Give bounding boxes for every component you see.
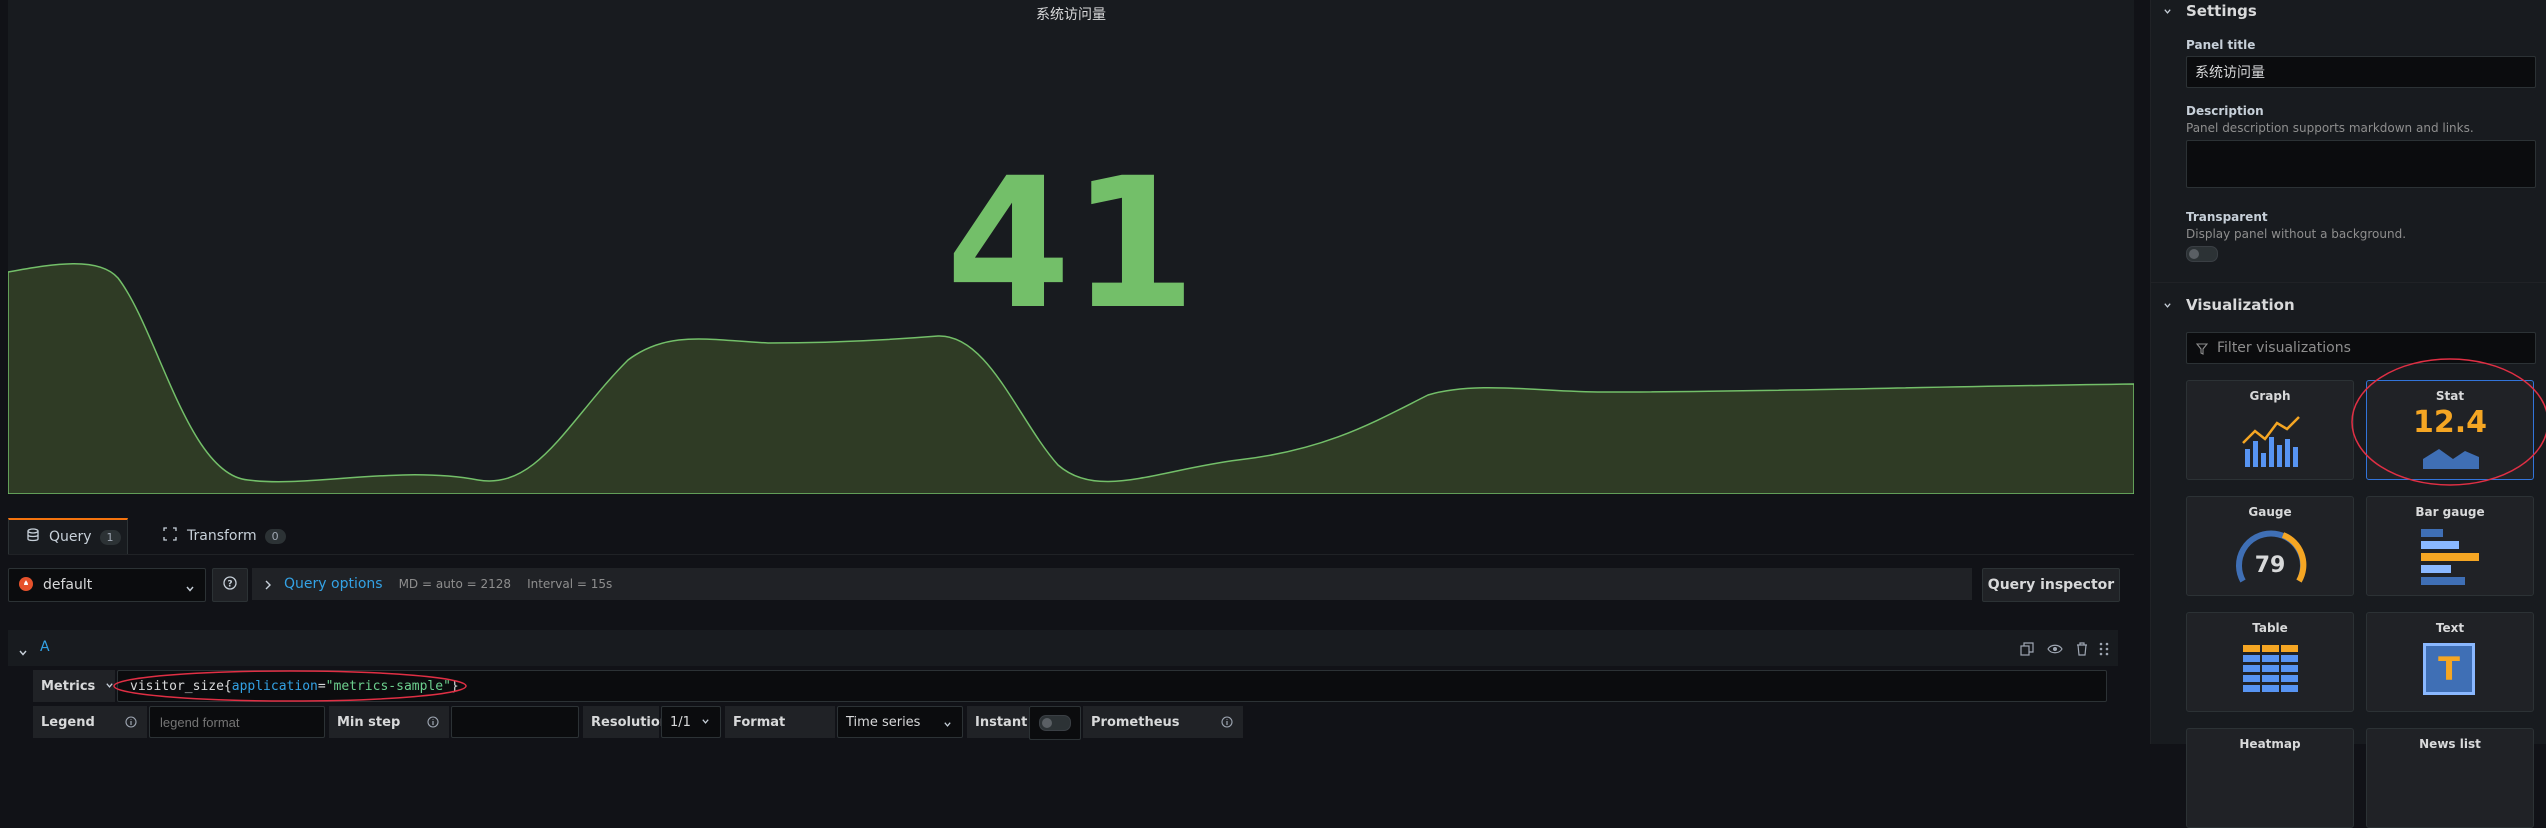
max-datapoints-info: MD = auto = 2128 [398,577,512,591]
tab-transform-count: 0 [264,528,286,544]
legend-label-text: Legend [41,714,95,730]
viz-card-text-name: Text [2435,621,2465,635]
viz-card-graph-name: Graph [2249,389,2291,403]
legend-label: Legend [33,706,147,738]
description-label: Description [2186,104,2264,118]
prometheus-label-text: Prometheus [1091,714,1180,730]
prometheus-logo-icon [19,576,33,595]
min-step-label: Min step [329,706,449,738]
chevron-down-icon [185,579,195,598]
viz-card-bar-gauge[interactable]: Bar gauge [2366,496,2534,596]
section-divider [2151,282,2546,283]
table-viz-icon [2241,643,2301,701]
settings-heading: Settings [2186,2,2257,20]
query-options-row: default ? Query options MD = auto = 2128… [8,566,2134,604]
panel-title: 系统访问量 [1036,7,1106,23]
chevron-down-icon [2163,2,2172,20]
drag-handle-icon[interactable] [2099,641,2109,660]
chevron-down-icon [2163,296,2172,314]
info-circle-icon[interactable] [427,716,439,732]
question-circle-icon: ? [223,576,237,594]
visualization-heading: Visualization [2186,296,2295,314]
info-circle-icon[interactable] [125,716,137,732]
transparent-label: Transparent [2186,210,2268,224]
chevron-down-icon [18,643,28,662]
datasource-name: default [43,577,93,593]
viz-card-heatmap[interactable]: Heatmap [2186,728,2354,828]
chevron-down-icon [701,715,710,730]
transform-icon [163,527,177,545]
svg-text:?: ? [227,580,232,590]
instant-toggle[interactable] [1039,715,1071,731]
min-step-input[interactable] [451,706,579,738]
format-select[interactable]: Time series [837,706,963,738]
prometheus-label: Prometheus [1083,706,1243,738]
duplicate-icon[interactable] [2020,641,2034,660]
viz-card-text[interactable]: Text T [2366,612,2534,712]
chevron-right-icon [264,575,272,594]
viz-card-table[interactable]: Table [2186,612,2354,712]
stat-value: 41 [945,140,1197,349]
transparent-toggle[interactable] [2186,246,2218,262]
annotation-ellipse [2351,358,2546,486]
instant-toggle-wrap [1029,706,1081,740]
transparent-hint: Display panel without a background. [2186,227,2407,241]
panel-title-label: Panel title [2186,38,2256,52]
datasource-help-button[interactable]: ? [212,568,248,602]
query-a-header[interactable]: A [8,630,2118,666]
resolution-value: 1/1 [670,714,691,730]
annotation-ellipse [113,670,467,702]
query-ref-id: A [40,639,50,655]
viz-card-heatmap-name: Heatmap [2239,737,2301,751]
editor-tabbar: Query 1 Transform 0 [8,510,2134,555]
info-circle-icon[interactable] [1221,716,1233,732]
graph-viz-icon [2241,409,2301,469]
legend-format-input[interactable] [149,706,325,738]
tab-query-label: Query [49,529,92,545]
tab-query-count: 1 [99,529,121,545]
filter-icon [2195,343,2209,359]
tab-transform[interactable]: Transform 0 [163,518,313,554]
min-step-label-text: Min step [337,714,401,730]
viz-card-graph[interactable]: Graph [2186,380,2354,480]
filter-placeholder: Filter visualizations [2217,340,2351,356]
visualization-section-header[interactable]: Visualization [2163,296,2295,314]
viz-card-gauge[interactable]: Gauge 79 [2186,496,2354,596]
settings-section-header[interactable]: Settings [2163,2,2257,20]
interval-info: Interval = 15s [527,577,613,591]
query-options-toggle[interactable]: Query options MD = auto = 2128 Interval … [252,568,1972,600]
tab-query[interactable]: Query 1 [8,518,128,554]
panel-title-input[interactable] [2186,56,2536,88]
format-value: Time series [846,714,921,730]
viz-card-news-list[interactable]: News list [2366,728,2534,828]
stat-panel[interactable]: 系统访问量 41 [8,0,2134,494]
eye-icon[interactable] [2047,641,2063,660]
gauge-sample-value: 79 [2254,553,2286,578]
tab-transform-label: Transform [187,528,257,544]
bar-gauge-viz-icon [2419,527,2483,587]
query-inspector-button[interactable]: Query inspector [1982,568,2120,602]
text-viz-icon: T [2423,643,2475,695]
chevron-down-icon [943,718,952,733]
options-sidebar: Settings Panel title Description Panel d… [2150,0,2546,828]
query-a-editor: Metrics visitor_size{application = "metric… [8,666,2118,744]
resolution-label: Resolution [583,706,669,738]
instant-label: Instant [967,706,1029,738]
metrics-label-text: Metrics [41,678,96,694]
viz-card-table-name: Table [2252,621,2288,635]
description-hint: Panel description supports markdown and … [2186,121,2474,135]
viz-card-news-list-name: News list [2419,737,2481,751]
trash-icon[interactable] [2076,641,2088,660]
viz-card-bar-gauge-name: Bar gauge [2415,505,2485,519]
description-textarea[interactable] [2186,140,2536,188]
metrics-label[interactable]: Metrics [33,670,115,702]
datasource-picker[interactable]: default [8,568,206,602]
format-label: Format [725,706,835,738]
resolution-select[interactable]: 1/1 [661,706,721,738]
database-icon [27,528,39,546]
viz-card-gauge-name: Gauge [2248,505,2292,519]
query-options-label: Query options [284,576,383,592]
